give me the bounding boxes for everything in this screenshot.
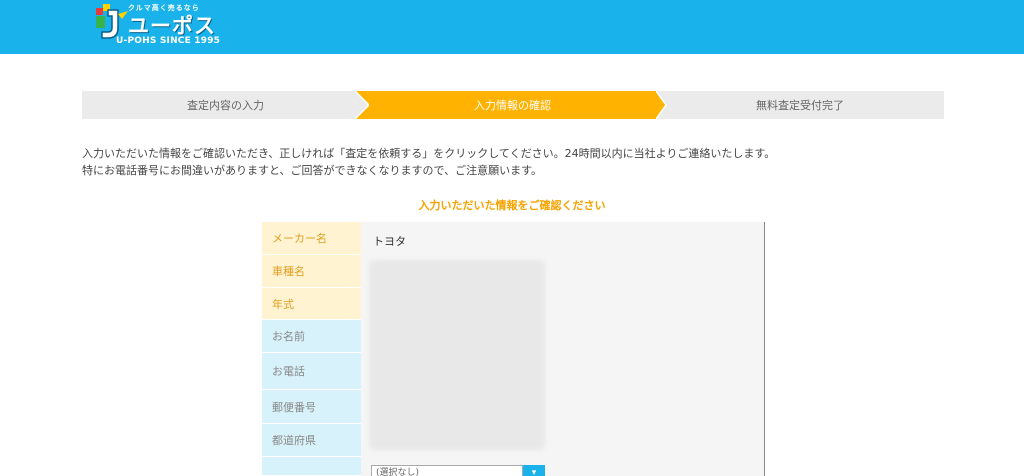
step-arrow-icon xyxy=(355,91,369,119)
logo-since: U-POHS SINCE 1995 xyxy=(116,36,221,46)
label-phone: お電話 xyxy=(262,353,361,390)
label-column: メーカー名 車種名 年式 お名前 お電話 郵便番号 都道府県 xyxy=(262,222,361,476)
value-maker: トヨタ xyxy=(373,235,406,248)
intro-text: 入力いただいた情報をご確認いただき、正しければ「査定を依頼する」をクリックしてく… xyxy=(82,145,982,179)
intro-line: 特にお電話番号にお間違いがありますと、ご回答ができなくなりますので、ご注意願いま… xyxy=(82,164,543,177)
label-postal-code: 郵便番号 xyxy=(262,390,361,424)
label-car-model: 車種名 xyxy=(262,255,361,288)
step-label: 無料査定受付完了 xyxy=(756,99,844,112)
intro-line: 入力いただいた情報をご確認いただき、正しければ「査定を依頼する」をクリックしてく… xyxy=(82,147,776,160)
step-confirm: 入力情報の確認 xyxy=(369,91,656,119)
select-button[interactable]: ▾ xyxy=(523,465,545,476)
redacted-values xyxy=(369,260,545,450)
value-column: トヨタ (選択なし) ▾ xyxy=(361,222,764,476)
step-complete: 無料査定受付完了 xyxy=(656,91,944,119)
label-empty xyxy=(262,457,361,476)
label-year: 年式 xyxy=(262,288,361,320)
label-maker: メーカー名 xyxy=(262,222,361,255)
step-label: 査定内容の入力 xyxy=(187,99,264,112)
logo[interactable]: クルマ高く売るなら ユーポス U-POHS SINCE 1995 xyxy=(94,2,244,48)
select-field[interactable]: (選択なし) xyxy=(371,465,523,476)
confirm-title: 入力いただいた情報をご確認ください xyxy=(418,199,606,212)
label-name: お名前 xyxy=(262,320,361,353)
confirmation-table: メーカー名 車種名 年式 お名前 お電話 郵便番号 都道府県 トヨタ (選択なし… xyxy=(262,222,765,476)
site-header: クルマ高く売るなら ユーポス U-POHS SINCE 1995 xyxy=(0,0,1024,54)
step-input: 査定内容の入力 xyxy=(82,91,369,119)
label-prefecture: 都道府県 xyxy=(262,424,361,457)
step-label: 入力情報の確認 xyxy=(474,99,551,112)
step-arrow-icon xyxy=(656,91,670,119)
progress-steps: 査定内容の入力 入力情報の確認 無料査定受付完了 xyxy=(82,91,944,119)
